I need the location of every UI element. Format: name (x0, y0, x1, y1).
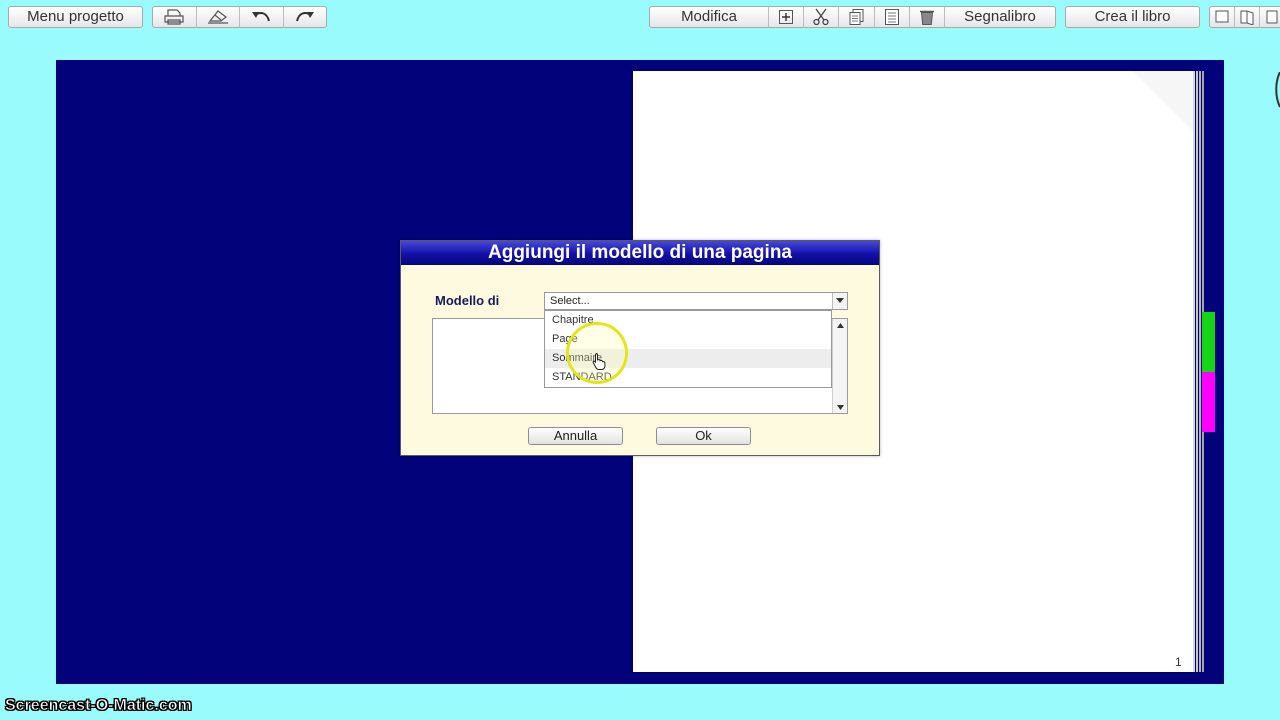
bookmark-tab-green[interactable] (1202, 312, 1215, 372)
window-icon (1266, 10, 1278, 24)
cut-icon (813, 8, 829, 26)
edit-button[interactable]: Modifica (650, 7, 768, 27)
page-number: 1 (1175, 655, 1182, 669)
create-book-button[interactable]: Crea il libro (1065, 6, 1200, 28)
single-page-icon (1215, 10, 1229, 23)
window-edge-strip (1273, 71, 1280, 122)
ok-button[interactable]: Ok (656, 427, 751, 445)
paste-button[interactable] (873, 7, 909, 27)
copy-button[interactable] (838, 7, 873, 27)
bookmark-button[interactable]: Segnalibro (944, 7, 1055, 27)
add-page-button[interactable] (768, 7, 803, 27)
dropdown-option-sommaire[interactable]: Sommaire (545, 349, 831, 368)
trash-icon (919, 10, 934, 25)
dropdown-option-chapitre[interactable]: Chapitre (545, 311, 831, 330)
open-book-view-button[interactable] (1234, 7, 1259, 27)
undo-icon (252, 12, 271, 22)
model-dropdown-list: Chapitre Page Sommaire STANDARD (544, 310, 832, 388)
add-page-template-dialog: Aggiungi il modello di una pagina Modell… (400, 240, 880, 456)
open-book-icon (1240, 10, 1254, 25)
redo-icon (295, 12, 314, 22)
add-icon (779, 10, 794, 24)
page-corner-fold[interactable] (1133, 71, 1193, 131)
cancel-button[interactable]: Annulla (528, 427, 623, 445)
delete-button[interactable] (908, 7, 944, 27)
erase-button[interactable] (195, 7, 240, 27)
model-select[interactable]: Select... (544, 292, 848, 310)
scroll-down-icon (836, 404, 844, 410)
hand-cursor-icon (592, 353, 606, 370)
model-label: Modello di (435, 293, 500, 308)
view-toolbar-group (1209, 6, 1280, 28)
eraser-icon (207, 10, 228, 24)
dropdown-option-page[interactable]: Page (545, 330, 831, 349)
copy-icon (849, 9, 863, 25)
undo-button[interactable] (239, 7, 283, 27)
dropdown-option-standard[interactable]: STANDARD (545, 368, 831, 387)
model-select-value: Select... (550, 295, 590, 307)
screencast-watermark: Screencast-O-Matic.com (5, 697, 192, 715)
chevron-down-icon (836, 298, 844, 303)
scroll-up-icon (836, 322, 844, 328)
cut-button[interactable] (803, 7, 838, 27)
dropdown-arrow[interactable] (832, 293, 847, 309)
scroll-down-button[interactable] (833, 401, 847, 413)
history-toolbar-group (152, 6, 327, 28)
redo-button[interactable] (282, 7, 327, 27)
bookmark-tab-magenta[interactable] (1202, 372, 1215, 432)
window-view-button[interactable] (1259, 7, 1280, 27)
print-icon (164, 9, 184, 25)
preview-scrollbar[interactable] (832, 319, 847, 413)
scroll-up-button[interactable] (833, 319, 847, 331)
print-button[interactable] (153, 7, 196, 27)
edit-toolbar-group: Modifica Segnalibro (649, 6, 1056, 28)
project-menu-button[interactable]: Menu progetto (8, 6, 143, 28)
paste-icon (884, 9, 899, 25)
single-page-view-button[interactable] (1210, 7, 1234, 27)
dialog-title: Aggiungi il modello di una pagina (401, 241, 879, 265)
